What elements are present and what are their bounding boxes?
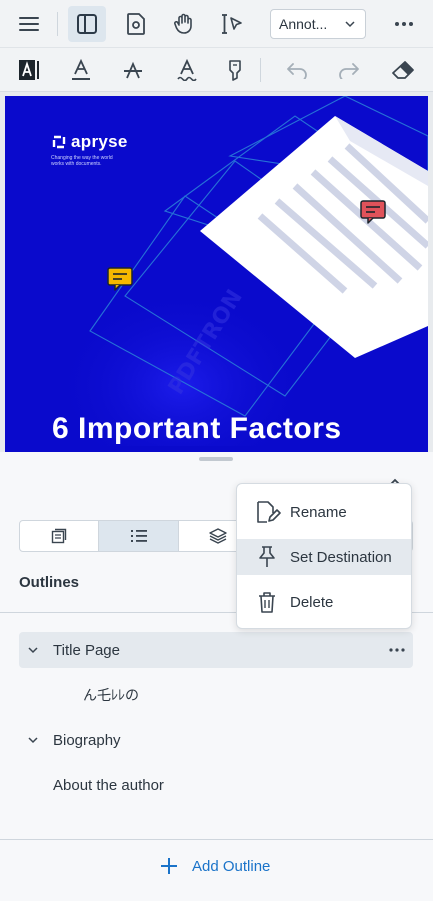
outline-item-label: ん乇ﾚﾚの xyxy=(83,688,139,704)
outline-item-child[interactable]: ん乇ﾚﾚの xyxy=(19,677,413,713)
chevron-down-icon[interactable] xyxy=(27,735,39,745)
pin-icon xyxy=(259,546,275,567)
brand-logo: apryse xyxy=(51,132,128,152)
free-text-icon[interactable] xyxy=(14,56,44,84)
brand-tagline: Changing the way the world works with do… xyxy=(51,155,113,167)
eraser-icon[interactable] xyxy=(388,56,418,84)
add-outline-label: Add Outline xyxy=(192,857,271,875)
tab-outlines[interactable] xyxy=(99,521,179,551)
plus-icon xyxy=(161,858,177,874)
outline-item-about-the-author[interactable]: About the author xyxy=(19,767,413,803)
redo-icon[interactable] xyxy=(334,56,364,84)
menu-item-delete[interactable]: Delete xyxy=(237,584,411,620)
outline-item-label: Biography xyxy=(53,731,121,749)
thumbnails-icon xyxy=(51,528,67,544)
document-page: PDFTRON apryse Changing the way the worl… xyxy=(5,96,428,452)
annotation-tool-row xyxy=(0,48,433,92)
document-headline: 6 Important Factors xyxy=(52,412,342,445)
list-icon xyxy=(130,530,147,542)
menu-item-rename[interactable]: Rename xyxy=(237,494,411,530)
annotation-mode-dropdown[interactable]: Annot... xyxy=(270,9,366,39)
panel-tabs xyxy=(19,520,259,552)
apryse-logo-icon xyxy=(52,135,66,149)
outline-item-title-page[interactable]: Title Page xyxy=(19,632,413,668)
divider xyxy=(0,839,433,840)
trash-icon xyxy=(259,592,275,613)
annotation-mode-label: Annot... xyxy=(279,16,328,32)
pan-hand-icon[interactable] xyxy=(168,8,200,40)
strikeout-icon[interactable] xyxy=(118,56,148,84)
menu-item-label: Set Destination xyxy=(290,548,392,566)
underline-icon[interactable] xyxy=(66,56,96,84)
undo-icon[interactable] xyxy=(282,56,312,84)
chevron-down-icon xyxy=(345,21,355,28)
panel-title: Outlines xyxy=(19,574,80,591)
squiggly-icon[interactable] xyxy=(172,56,202,84)
layers-icon xyxy=(209,528,228,544)
select-icon[interactable] xyxy=(216,8,248,40)
comment-note-yellow-icon[interactable] xyxy=(107,267,133,291)
menu-item-label: Delete xyxy=(290,593,334,611)
outline-item-label: Title Page xyxy=(53,641,120,659)
brand-name: apryse xyxy=(71,132,128,151)
menu-icon[interactable] xyxy=(14,10,44,38)
more-icon[interactable] xyxy=(388,10,420,38)
add-outline-button[interactable]: Add Outline xyxy=(160,857,270,875)
outline-context-menu: Rename Set Destination Delete xyxy=(236,483,412,629)
menu-item-label: Rename xyxy=(290,503,347,521)
comment-note-red-icon[interactable] xyxy=(360,200,386,224)
tab-thumbnails[interactable] xyxy=(20,521,100,551)
left-panel-icon[interactable] xyxy=(68,6,106,42)
top-toolbar: Annot... xyxy=(0,0,433,48)
outline-item-label: About the author xyxy=(53,776,164,794)
panel-drag-handle[interactable] xyxy=(199,457,233,461)
text-highlight-icon[interactable] xyxy=(220,56,250,84)
menu-item-set-destination[interactable]: Set Destination xyxy=(237,539,411,575)
chevron-down-icon[interactable] xyxy=(27,645,39,655)
document-viewer[interactable]: PDFTRON apryse Changing the way the worl… xyxy=(0,92,433,452)
page-settings-icon[interactable] xyxy=(120,8,152,40)
more-icon[interactable] xyxy=(389,648,405,652)
outline-item-biography[interactable]: Biography xyxy=(19,722,413,758)
rename-icon xyxy=(257,501,281,523)
